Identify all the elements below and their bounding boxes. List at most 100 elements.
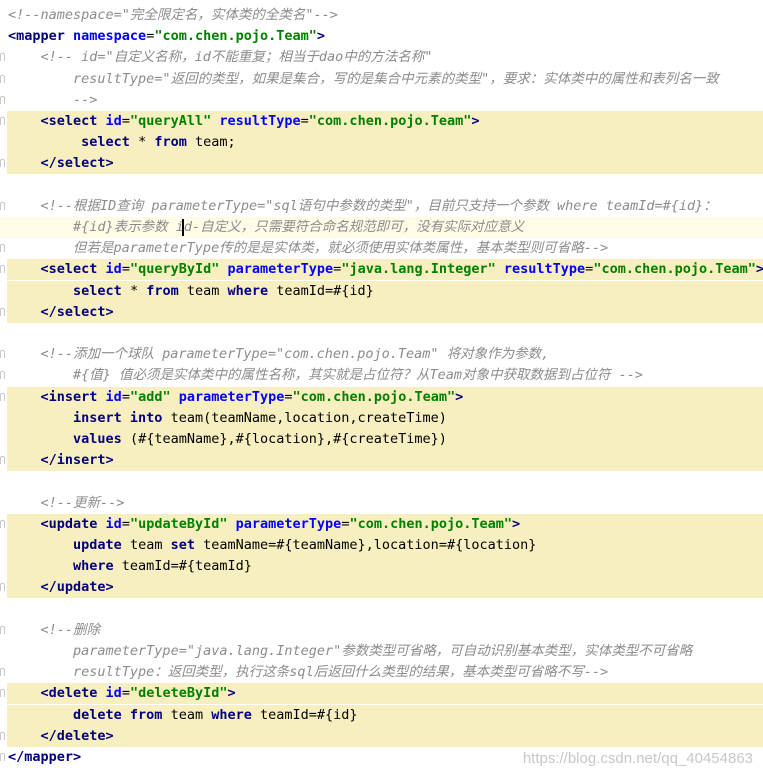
code-line[interactable]: -->: [0, 90, 763, 111]
code-line[interactable]: <update id="updateById" parameterType="c…: [0, 513, 763, 535]
code-line[interactable]: <!--更新-->: [0, 493, 763, 514]
code-line[interactable]: #{id}表示参数 id-自定义，只需要符合命名规范即可，没有实际对应意义: [0, 217, 763, 238]
code-token: >: [755, 261, 763, 278]
code-text: <update id="updateById" parameterType="c…: [8, 515, 521, 532]
code-token: <!--更新-->: [40, 494, 125, 511]
code-token: team;: [186, 134, 236, 151]
fold-marker-icon[interactable]: [0, 668, 5, 677]
code-token: team: [162, 706, 212, 723]
code-token: id: [105, 261, 122, 278]
fold-marker-icon[interactable]: [0, 307, 5, 316]
code-line[interactable]: 但若是parameterType传的是是实体类，就必须使用实体类属性，基本类型则…: [0, 238, 763, 259]
code-editor[interactable]: <!--namespace="完全限定名，实体类的全类名"--> <mapper …: [0, 0, 763, 775]
code-line[interactable]: </select>: [0, 301, 763, 323]
code-token: <delete: [40, 685, 106, 702]
fold-marker-icon[interactable]: [0, 519, 5, 528]
code-line[interactable]: update team set teamName=#{teamName},loc…: [0, 535, 763, 556]
code-line[interactable]: <insert id="add" parameterType="com.chen…: [0, 386, 763, 408]
code-line[interactable]: </select>: [0, 153, 763, 175]
code-text: select * from team;: [8, 134, 236, 151]
code-token: teamName=#{teamName},location=#{location…: [194, 537, 537, 553]
code-line[interactable]: [0, 175, 763, 196]
fold-marker-icon[interactable]: [0, 731, 5, 740]
code-token: =: [121, 515, 130, 532]
code-text: where teamId=#{teamId}: [8, 558, 252, 574]
text-caret: [182, 219, 184, 236]
fold-marker-icon[interactable]: [0, 244, 5, 253]
code-line[interactable]: insert into team(teamName,location,creat…: [0, 407, 763, 429]
fold-marker-icon[interactable]: [0, 53, 5, 62]
code-line[interactable]: <!--删除: [0, 620, 763, 641]
fold-marker-icon[interactable]: [0, 350, 5, 359]
code-line[interactable]: <!--根据ID查询 parameterType="sql语句中参数的类型"，目…: [0, 196, 763, 217]
fold-marker-icon[interactable]: [0, 201, 5, 210]
code-line[interactable]: [0, 471, 763, 492]
code-line[interactable]: values (#{teamName},#{location},#{create…: [0, 429, 763, 450]
fold-marker-icon[interactable]: [0, 265, 5, 274]
fold-marker-icon[interactable]: [0, 456, 5, 465]
code-line[interactable]: #{值} 值必须是实体类中的属性名称，其实就是占位符？从Team对象中获取数据到…: [0, 365, 763, 386]
code-line[interactable]: <delete id="deleteById">: [0, 683, 763, 705]
code-text: #{值} 值必须是实体类中的属性名称，其实就是占位符？从Team对象中获取数据到…: [8, 367, 643, 383]
code-line[interactable]: <!--添加一个球队 parameterType="com.chen.pojo.…: [0, 344, 763, 365]
code-text: </select>: [8, 304, 114, 320]
code-text: <!--更新-->: [8, 494, 125, 511]
fold-marker-icon[interactable]: [0, 74, 5, 83]
code-token: <mapper: [8, 28, 74, 45]
code-text: </update>: [8, 579, 114, 595]
code-line[interactable]: [0, 323, 763, 344]
code-token: "queryById": [129, 261, 220, 278]
code-token: <!--根据ID查询 parameterType="sql语句中参数的类型"，目…: [40, 197, 717, 214]
code-token: delete from: [73, 706, 163, 723]
code-text: resultType="返回的类型，如果是集合，写的是集合中元素的类型"，要求：…: [8, 71, 719, 87]
fold-marker-icon[interactable]: [0, 392, 5, 401]
fold-marker-icon[interactable]: [0, 117, 5, 125]
code-token: -->: [73, 91, 98, 108]
code-token: resultType: [503, 261, 586, 278]
code-line[interactable]: </update>: [0, 577, 763, 599]
code-line[interactable]: <select id="queryAll" resultType="com.ch…: [0, 111, 763, 132]
fold-marker-icon[interactable]: [0, 583, 5, 592]
fold-marker-icon[interactable]: [0, 753, 5, 761]
code-line[interactable]: <mapper namespace="com.chen.pojo.Team">: [0, 26, 763, 47]
code-line[interactable]: select * from team;: [0, 132, 763, 154]
code-line[interactable]: <select id="queryById" parameterType="ja…: [0, 259, 763, 281]
fold-marker-icon[interactable]: [0, 625, 5, 634]
code-line[interactable]: </delete>: [0, 725, 763, 747]
code-token: "com.chen.pojo.Team": [308, 113, 472, 129]
fold-marker-icon[interactable]: [0, 95, 5, 104]
code-token: teamId=#{teamId}: [113, 558, 252, 575]
code-token: "add": [129, 388, 171, 405]
code-line[interactable]: parameterType="java.lang.Integer"参数类型可省略…: [0, 641, 763, 662]
code-line[interactable]: select * from team where teamId=#{id}: [0, 280, 763, 302]
code-token: =: [121, 113, 130, 129]
code-line[interactable]: resultType="返回的类型，如果是集合，写的是集合中元素的类型"，要求：…: [0, 69, 763, 90]
code-text: <!--添加一个球队 parameterType="com.chen.pojo.…: [8, 346, 550, 362]
fold-marker-icon[interactable]: [0, 159, 5, 168]
code-token: <!--namespace="完全限定名，实体类的全类名"-->: [8, 7, 338, 23]
fold-marker-icon[interactable]: [0, 371, 5, 380]
code-line[interactable]: resultType：返回类型，执行这条sql后返回什么类型的结果，基本类型可省…: [0, 662, 763, 683]
code-line[interactable]: where teamId=#{teamId}: [0, 556, 763, 578]
code-token: *: [121, 282, 147, 299]
code-text: values (#{teamName},#{location},#{create…: [8, 431, 447, 447]
code-line[interactable]: <!--namespace="完全限定名，实体类的全类名"-->: [0, 5, 763, 26]
code-token: id: [105, 388, 122, 405]
code-line[interactable]: </insert>: [0, 450, 763, 472]
code-token: >: [471, 113, 480, 129]
code-line[interactable]: [0, 599, 763, 620]
code-line[interactable]: <!-- id="自定义名称，id不能重复；相当于dao中的方法名称": [0, 47, 763, 68]
fold-marker-icon[interactable]: [0, 689, 5, 698]
code-line[interactable]: delete from team where teamId=#{id}: [0, 704, 763, 726]
